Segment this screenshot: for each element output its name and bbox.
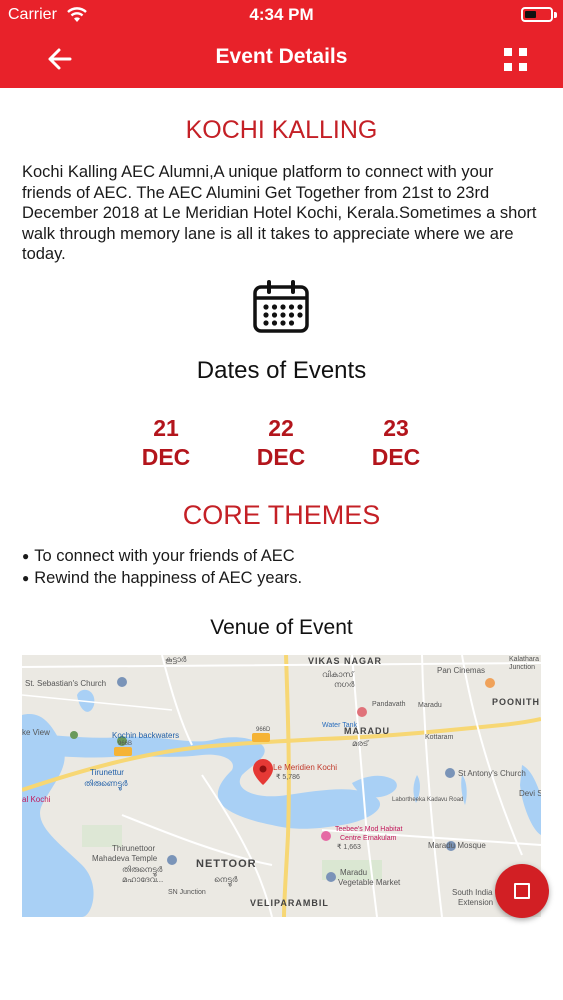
floating-action-button[interactable] (495, 864, 549, 918)
grid-icon[interactable] (504, 48, 527, 71)
map-label: Teebee's Mod Habitat (335, 826, 403, 833)
date-day: 21 (153, 415, 179, 441)
map-label: St. Sebastian's Church (25, 679, 107, 688)
map-label: ₹ 1,663 (337, 844, 361, 851)
map-label: Pan Cinemas (437, 666, 486, 675)
theme-item: Rewind the happiness of AEC years. (22, 568, 302, 590)
date-item: 23 DEC (356, 414, 436, 472)
map-label: Devi S (519, 789, 541, 798)
map-label: Maradu Mosque (428, 841, 486, 850)
date-month: DEC (141, 444, 191, 470)
map-label: Maradu (418, 702, 442, 709)
map-label: ₹ 5,786 (276, 774, 300, 781)
map-label: തിരുനെട്ടൂർ (122, 865, 163, 874)
map-label: SN Junction (168, 889, 206, 896)
map-label: Labortheeka Kadavu Road (392, 797, 464, 803)
map-label: മഹാദേവ... (122, 875, 164, 884)
map-label: St Antony's Church (458, 769, 526, 778)
map-label: Centre Ernakulam (340, 835, 397, 842)
status-bar: Carrier 4:34 PM (0, 0, 563, 30)
event-title: KOCHI KALLING (185, 116, 378, 144)
map-label: 966B (118, 741, 133, 747)
date-month: DEC (371, 444, 421, 470)
event-description: Kochi Kalling AEC Alumni,A unique platfo… (22, 163, 537, 263)
map-label: South India (452, 888, 493, 897)
map-label: NETTOOR (196, 858, 257, 870)
date-day: 23 (383, 415, 409, 441)
calendar-icon (253, 280, 309, 333)
date-month: DEC (256, 444, 306, 470)
battery-icon (521, 7, 553, 22)
nav-bar: Event Details (0, 30, 563, 88)
themes-heading: CORE THEMES (182, 500, 381, 530)
map-label: Mahadeva Temple (92, 854, 158, 863)
map-label: നഗർ (334, 680, 355, 689)
battery-tip (554, 12, 557, 18)
map-label: Junction (509, 664, 536, 671)
map-label: Tirunettur (90, 768, 124, 777)
map-label: Kottaram (425, 734, 454, 741)
theme-item: To connect with your friends of AEC (22, 546, 302, 568)
dates-heading: Dates of Events (196, 357, 367, 384)
map-label: Vegetable Market (338, 878, 401, 887)
map-label: al Kochi (22, 795, 51, 804)
map-label: മരട് (352, 739, 369, 748)
map-label: VELIPARAMBIL (250, 898, 329, 908)
map-label: തിരുണെട്ടൂർ (84, 779, 128, 788)
map-label: നെട്ടൂർ (214, 875, 238, 884)
map-label: Extension (458, 898, 494, 907)
map-label: MARADU (344, 726, 390, 736)
map-label: 966D (256, 727, 271, 733)
date-item: 21 DEC (126, 414, 206, 472)
map-label: Thirunettoor (112, 844, 156, 853)
page-title: Event Details (215, 45, 348, 68)
map-label: കൂട്ടാർ (165, 655, 187, 664)
square-icon (514, 883, 530, 899)
date-item: 22 DEC (241, 414, 321, 472)
map-label: Pandavath (372, 701, 406, 708)
map-label: Maradu (340, 868, 368, 877)
venue-heading: Venue of Event (210, 616, 353, 639)
map-label: ke View (22, 728, 50, 737)
map-label: POONITH (492, 697, 541, 707)
map-label: Le Meridien Kochi (273, 763, 338, 772)
map-label: VIKAS NAGAR (308, 656, 383, 666)
status-time: 4:34 PM (249, 5, 314, 24)
themes-list: To connect with your friends of AEC Rewi… (22, 546, 302, 590)
venue-map[interactable]: VIKAS NAGAR വികാസ് നഗർ Pan Cinemas Kalat… (22, 655, 541, 917)
map-label: Kochin backwaters (112, 731, 180, 740)
date-day: 22 (268, 415, 294, 441)
map-label: വികാസ് (322, 670, 354, 679)
